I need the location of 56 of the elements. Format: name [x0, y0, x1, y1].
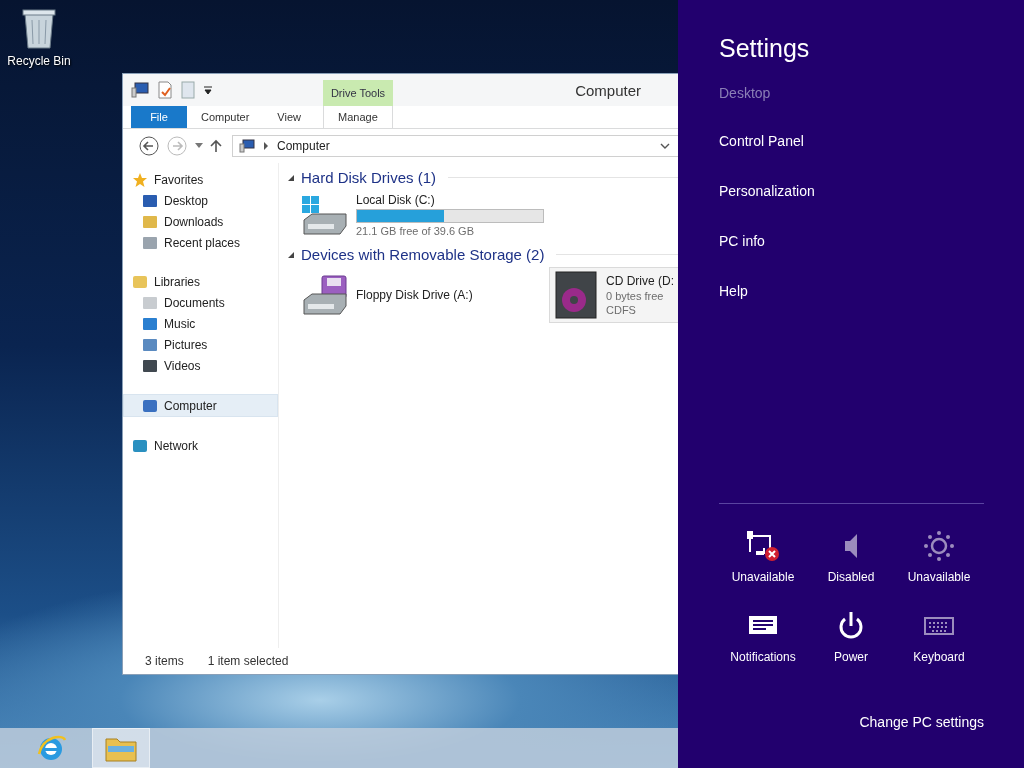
drive-item[interactable]: Floppy Disk Drive (A:) [295, 267, 549, 323]
navigation-item[interactable]: Libraries [132, 271, 278, 292]
address-bar[interactable]: Computer [232, 135, 679, 157]
status-text: 3 items [145, 654, 184, 668]
caret-icon[interactable] [194, 142, 204, 150]
group-header[interactable]: Hard Disk Drives (1) [301, 169, 436, 186]
navigation-item[interactable]: Downloads [132, 211, 278, 232]
disc-box-icon [554, 270, 598, 320]
navigation-item[interactable]: Documents [132, 292, 278, 313]
speaker-icon [844, 533, 858, 559]
quick-setting-button[interactable]: Notifications [719, 610, 807, 664]
contextual-tab-header: Drive Tools [323, 80, 393, 106]
window-title: Computer [575, 81, 641, 99]
properties-icon[interactable] [157, 81, 173, 99]
settings-link[interactable]: PC info [719, 233, 984, 283]
hard-drive-icon [300, 194, 348, 236]
collapse-icon[interactable] [287, 250, 295, 259]
drive-item[interactable]: Local Disk (C:) 21.1 GB free of 39.6 GB [295, 190, 549, 240]
back-icon[interactable] [138, 135, 160, 157]
file-menu-tab[interactable]: File [131, 106, 187, 128]
settings-link[interactable]: Help [719, 283, 984, 333]
context-label: Desktop [719, 85, 772, 101]
drive-name: Floppy Disk Drive (A:) [356, 288, 473, 302]
recycle-bin-icon[interactable] [21, 6, 57, 50]
quick-setting-button[interactable]: Power [807, 610, 895, 664]
drive-detail: CDFS [606, 304, 637, 316]
drive-item[interactable]: CD Drive (D: 0 bytes free CDFS [549, 267, 679, 323]
up-arrow-icon[interactable] [210, 139, 222, 153]
drive-detail: 21.1 GB free of 39.6 GB [356, 225, 475, 237]
status-text: 1 item selected [207, 654, 289, 668]
settings-link[interactable]: Control Panel [719, 133, 984, 183]
navigation-item[interactable]: Favorites [132, 169, 278, 190]
drive-detail: 0 bytes free [606, 290, 665, 302]
collapse-icon[interactable] [287, 173, 295, 182]
drive-name: CD Drive (D: [606, 274, 674, 288]
star-icon [132, 171, 148, 188]
navigation-item[interactable]: Computer [123, 394, 278, 417]
navigation-item[interactable]: Network [132, 435, 278, 456]
desktop-icon-label: Recycle Bin [7, 54, 71, 68]
brightness-icon [922, 530, 956, 562]
group-header[interactable]: Devices with Removable Storage (2) [301, 246, 545, 263]
quick-setting-button[interactable]: Keyboard [895, 610, 983, 664]
quick-setting-button[interactable]: Disabled [807, 530, 895, 584]
settings-link[interactable]: Change PC settings [859, 714, 984, 730]
navigation-item[interactable]: Desktop [132, 190, 278, 211]
settings-link[interactable]: Personalization [719, 183, 984, 233]
drive-name: Local Disk (C:) [356, 193, 436, 207]
navigation-item[interactable]: Pictures [132, 334, 278, 355]
quick-setting-button[interactable]: Unavailable [719, 530, 807, 584]
navigation-item[interactable]: Videos [132, 355, 278, 376]
panel-title: Settings [719, 34, 811, 63]
floppy-drive-icon [300, 274, 348, 316]
quick-setting-button[interactable]: Unavailable [895, 530, 983, 584]
dropdown-icon[interactable] [203, 85, 213, 95]
navigation-item[interactable]: Music [132, 313, 278, 334]
navigation-item[interactable]: Recent places [132, 232, 278, 253]
